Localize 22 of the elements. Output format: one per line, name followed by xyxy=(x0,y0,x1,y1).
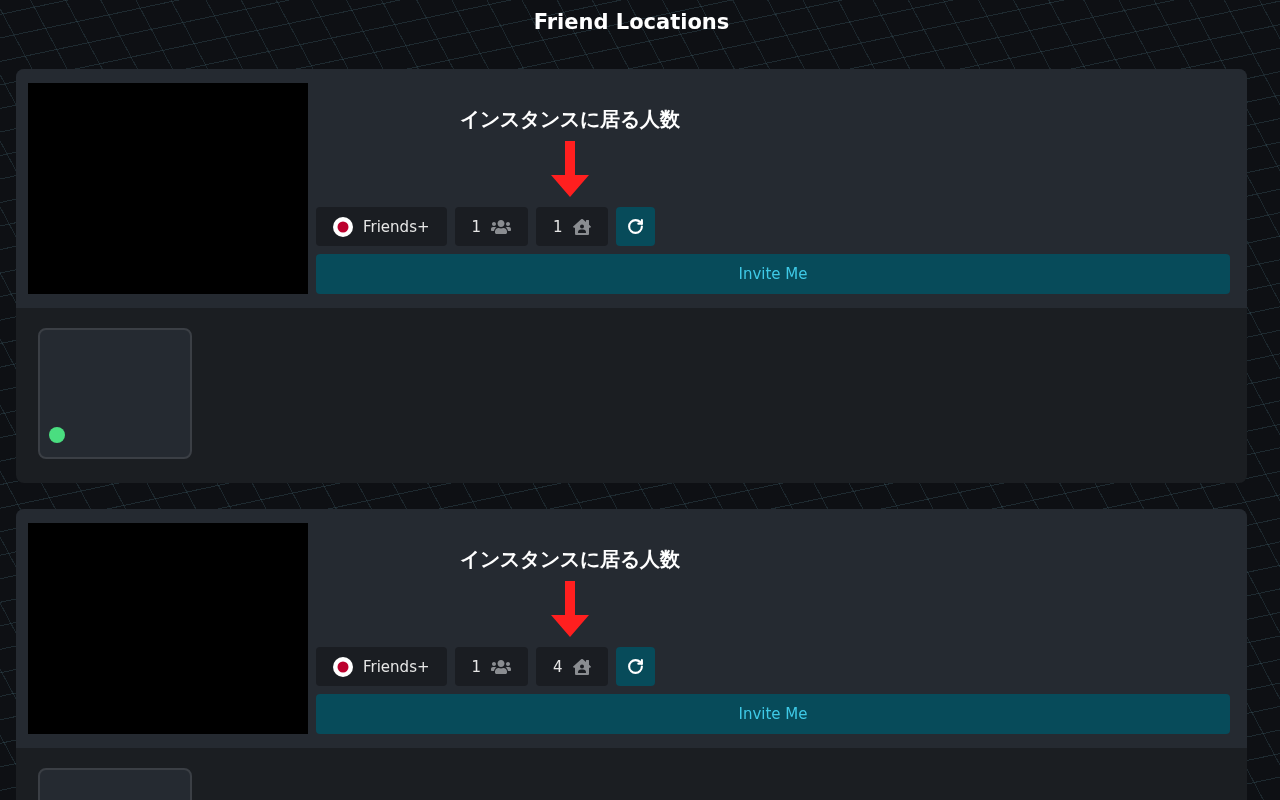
page-title: Friend Locations xyxy=(532,8,731,36)
refresh-icon xyxy=(626,658,644,675)
house-user-icon xyxy=(572,217,591,236)
friend-count: 1 xyxy=(471,217,482,236)
friend-tile[interactable] xyxy=(38,328,192,459)
refresh-icon xyxy=(626,218,644,235)
access-label: Friends+ xyxy=(363,217,430,236)
refresh-button[interactable] xyxy=(615,207,655,246)
annotation-text: インスタンスに居る人数 xyxy=(460,106,680,133)
access-label: Friends+ xyxy=(363,657,430,676)
flag-icon xyxy=(333,656,353,677)
arrow-icon xyxy=(551,581,589,637)
user-count: 4 xyxy=(553,657,563,676)
annotation-text: インスタンスに居る人数 xyxy=(460,546,680,573)
flag-icon xyxy=(333,216,353,237)
invite-button[interactable]: Invite Me xyxy=(316,254,1230,294)
house-user-icon xyxy=(572,657,591,676)
refresh-button[interactable] xyxy=(615,647,655,686)
friend-count: 1 xyxy=(471,657,482,676)
user-count: 1 xyxy=(553,217,563,236)
arrow-icon xyxy=(551,141,589,197)
invite-button[interactable]: Invite Me xyxy=(316,694,1230,734)
